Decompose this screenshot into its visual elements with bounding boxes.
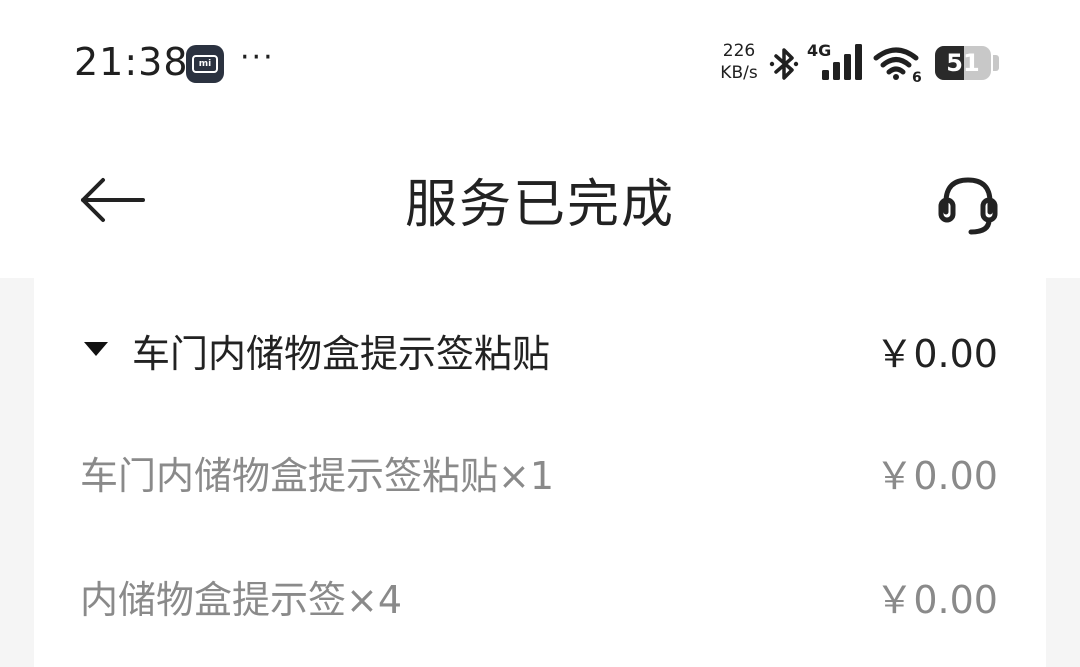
signal-icon: 4G <box>807 41 862 80</box>
network-speed: 226 KB/s <box>716 40 762 84</box>
network-speed-unit: KB/s <box>720 63 758 83</box>
order-item-row: 车门内储物盒提示签粘贴×1 ￥0.00 <box>34 432 1046 512</box>
battery-icon: 51 <box>935 46 991 80</box>
order-item-label: 车门内储物盒提示签粘贴×1 <box>80 453 555 498</box>
customer-support-button[interactable] <box>930 170 1006 242</box>
title-bar: 服务已完成 <box>0 128 1080 278</box>
wifi-label: 6 <box>912 70 922 84</box>
network-speed-value: 226 <box>722 41 756 61</box>
mi-app-icon: mi <box>186 45 224 83</box>
order-item-label: 内储物盒提示签×4 <box>80 577 403 622</box>
order-item-row: 内储物盒提示签×4 ￥0.00 <box>34 556 1046 636</box>
battery-level: 51 <box>946 49 980 77</box>
order-item-price: ￥0.00 <box>875 577 998 622</box>
caret-down-icon[interactable] <box>84 342 108 356</box>
headset-icon <box>938 177 998 235</box>
order-group-label: 车门内储物盒提示签粘贴 <box>132 331 551 376</box>
order-group-price: ￥0.00 <box>875 331 998 376</box>
status-bar: 21:38 mi ··· 226 KB/s 4G 6 51 <box>0 0 1080 128</box>
status-time: 21:38 <box>74 40 189 84</box>
page-title: 服务已完成 <box>404 175 675 235</box>
order-item-price: ￥0.00 <box>875 453 998 498</box>
bluetooth-icon <box>769 48 799 80</box>
wifi-icon: 6 <box>873 47 922 84</box>
network-type-label: 4G <box>807 41 831 60</box>
order-group-row[interactable]: 车门内储物盒提示签粘贴 ￥0.00 <box>34 310 1046 390</box>
more-notifications-icon: ··· <box>240 40 275 75</box>
order-card: 车门内储物盒提示签粘贴 ￥0.00 车门内储物盒提示签粘贴×1 ￥0.00 内储… <box>34 278 1046 667</box>
battery-cap <box>993 55 999 71</box>
